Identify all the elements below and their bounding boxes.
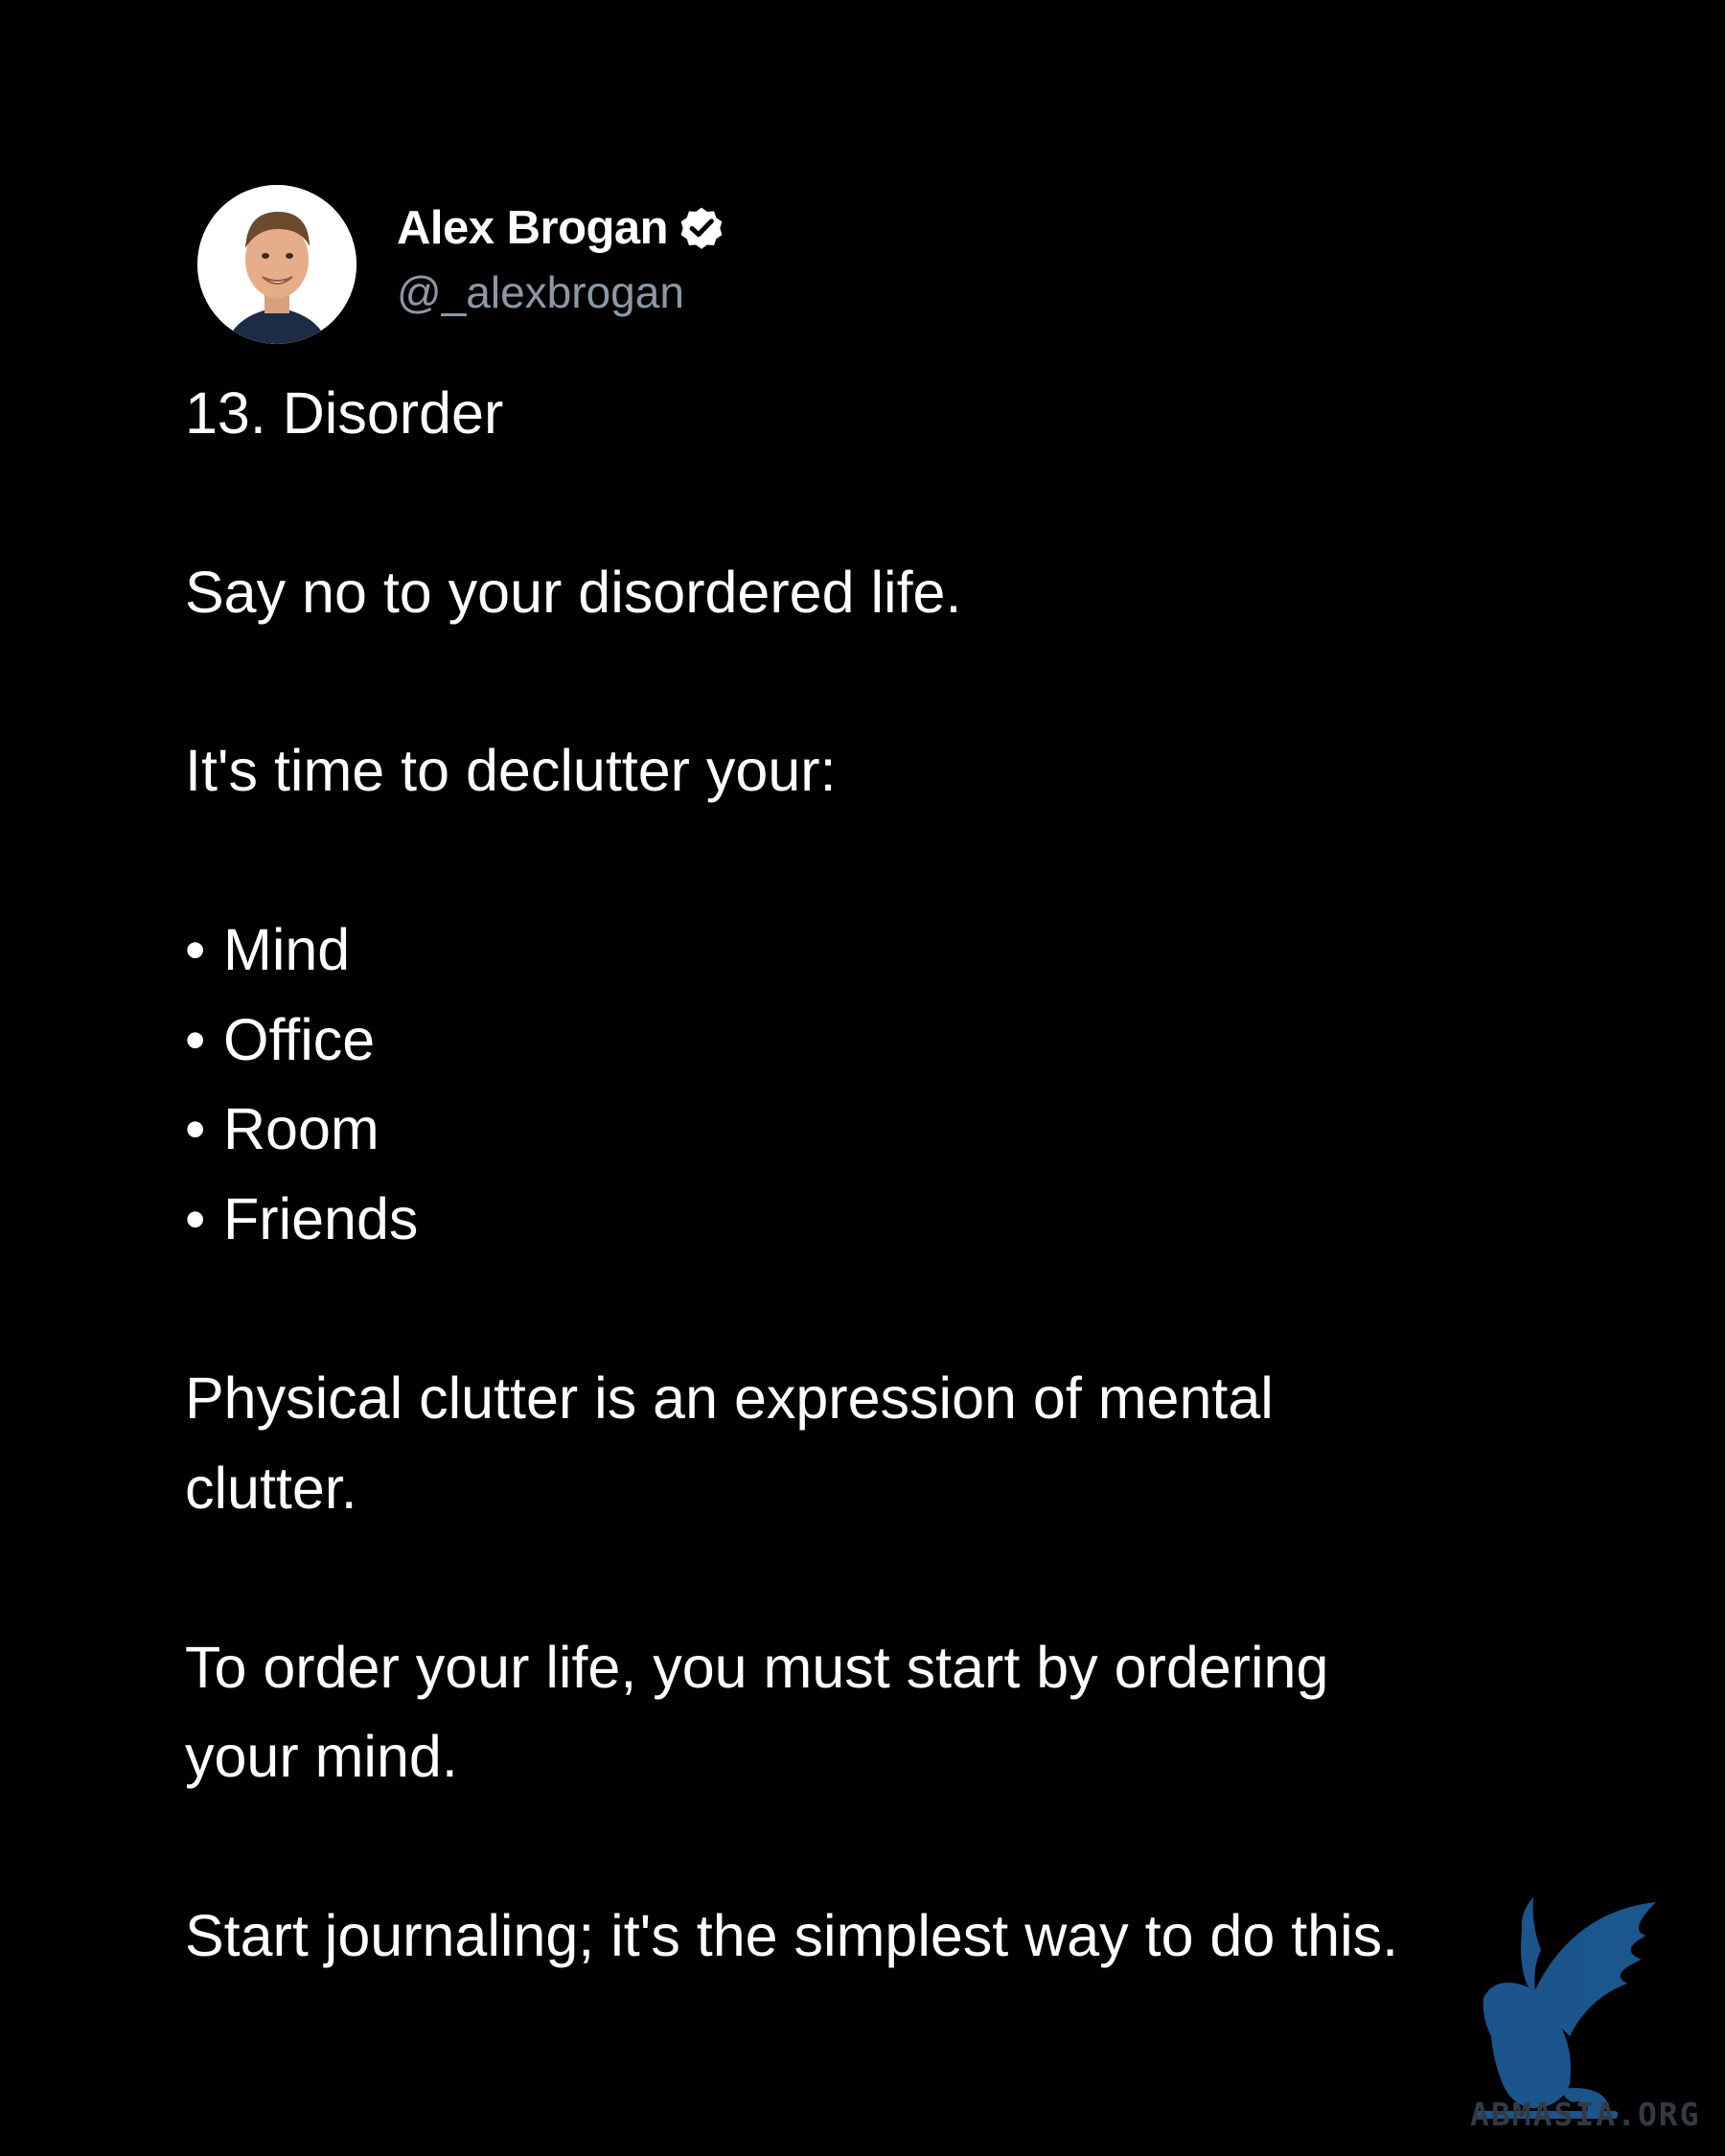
bullet-icon: • (185, 1096, 206, 1161)
bullet-icon: • (185, 1186, 206, 1251)
list-item: • Mind (185, 905, 350, 995)
post-line: clutter. (185, 1456, 357, 1521)
post-line: Physical clutter is an expression of men… (185, 1365, 1274, 1431)
author-handle[interactable]: @_alexbrogan (397, 266, 684, 318)
post-line: Say no to your disordered life. (185, 560, 962, 625)
post-heading: 13. Disorder (185, 380, 504, 446)
author-name[interactable]: Alex Brogan (397, 201, 669, 255)
verified-badge-icon (676, 202, 727, 254)
post-line: Start journaling; it's the simplest way … (185, 1903, 1399, 1968)
list-item: • Friends (185, 1174, 418, 1264)
bullet-icon: • (185, 1007, 206, 1072)
list-item: • Room (185, 1084, 380, 1174)
list-item-label: Room (223, 1096, 380, 1161)
list-item: • Office (185, 995, 375, 1085)
author-name-row: Alex Brogan (397, 199, 727, 257)
post-line: your mind. (185, 1724, 458, 1789)
list-item-label: Office (223, 1007, 376, 1072)
bullet-icon: • (185, 917, 206, 982)
avatar[interactable] (197, 185, 356, 344)
list-item-label: Friends (223, 1186, 419, 1251)
post-line: It's time to declutter your: (185, 738, 837, 803)
profile-photo-icon (197, 185, 356, 344)
post-line: To order your life, you must start by or… (185, 1635, 1329, 1700)
list-item-label: Mind (223, 917, 351, 982)
watermark-text: ABMASIA.ORG (1470, 2096, 1701, 2133)
